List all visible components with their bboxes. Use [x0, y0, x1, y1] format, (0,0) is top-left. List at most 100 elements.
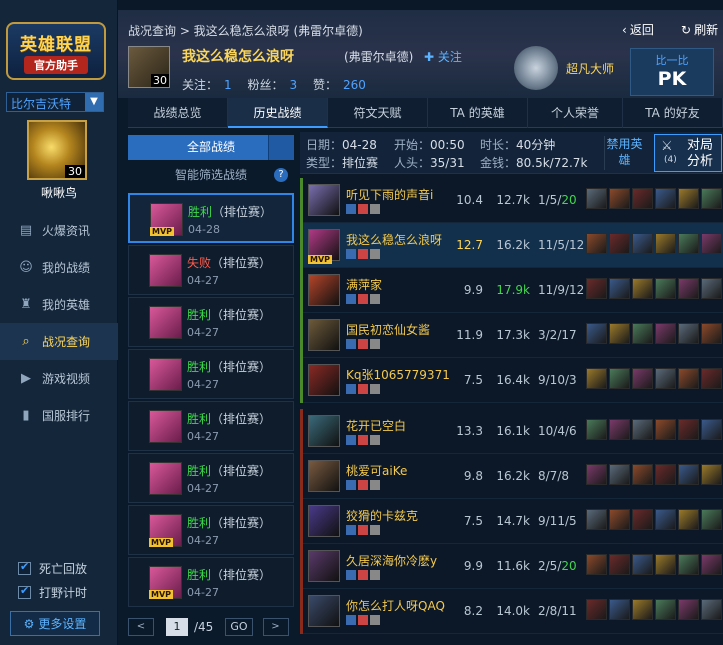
item-icon[interactable] [678, 233, 699, 254]
item-icon[interactable] [678, 464, 699, 485]
match-list-item[interactable]: 胜利（排位赛） 04-27 [128, 349, 294, 399]
server-select[interactable]: 比尔吉沃特 ▼ [6, 92, 104, 112]
item-icon[interactable] [678, 599, 699, 620]
item-icon[interactable] [609, 368, 630, 389]
match-analysis-button[interactable]: ⚔ (4) 对局分析 [654, 134, 722, 172]
item-icon[interactable] [632, 554, 653, 575]
sidebar-item-bar-chart[interactable]: ▮ 国服排行 [0, 397, 118, 434]
item-icon[interactable] [678, 278, 699, 299]
item-icon[interactable] [609, 509, 630, 530]
item-icon[interactable] [655, 323, 676, 344]
page-input[interactable]: 1 [166, 618, 188, 636]
item-icon[interactable] [678, 509, 699, 530]
item-icon[interactable] [586, 233, 607, 254]
tab-1[interactable]: 历史战绩 [228, 98, 328, 128]
item-icon[interactable] [678, 323, 699, 344]
player-row[interactable]: 桃爱可aiKe 9.8 16.2k 8/7/8 [300, 454, 723, 499]
item-icon[interactable] [586, 464, 607, 485]
item-icon[interactable] [701, 599, 722, 620]
avatar[interactable]: 30 [27, 120, 87, 180]
match-filter-dropdown[interactable]: 全部战绩 [128, 135, 294, 160]
item-icon[interactable] [678, 419, 699, 440]
item-icon[interactable] [632, 509, 653, 530]
tab-4[interactable]: 个人荣誉 [528, 98, 623, 128]
item-icon[interactable] [609, 554, 630, 575]
player-name[interactable]: 听见下雨的声音i [346, 186, 433, 203]
item-icon[interactable] [701, 368, 722, 389]
tab-5[interactable]: TA 的好友 [623, 98, 723, 128]
item-icon[interactable] [586, 368, 607, 389]
follow-button[interactable]: ✚ 关注 [424, 48, 462, 65]
item-icon[interactable] [655, 368, 676, 389]
player-row[interactable]: Kq张1065779371 7.5 16.4k 9/10/3 [300, 358, 723, 403]
tab-2[interactable]: 符文天赋 [328, 98, 428, 128]
item-icon[interactable] [586, 278, 607, 299]
item-icon[interactable] [632, 323, 653, 344]
player-name[interactable]: 我这么稳怎么浪呀 [346, 231, 442, 248]
item-icon[interactable] [632, 599, 653, 620]
item-icon[interactable] [701, 233, 722, 254]
item-icon[interactable] [655, 233, 676, 254]
option-checkbox[interactable]: 打野计时 [18, 580, 87, 604]
chevron-down-icon[interactable] [268, 135, 294, 160]
item-icon[interactable] [655, 278, 676, 299]
back-button[interactable]: ‹ 返回 [622, 21, 654, 38]
player-row[interactable]: 花开已空白 13.3 16.1k 10/4/6 [300, 409, 723, 454]
item-icon[interactable] [632, 368, 653, 389]
item-icon[interactable] [655, 509, 676, 530]
more-settings-button[interactable]: ⚙ 更多设置 [10, 611, 100, 636]
item-icon[interactable] [655, 554, 676, 575]
tab-3[interactable]: TA 的英雄 [428, 98, 528, 128]
player-name[interactable]: 桃爱可aiKe [346, 462, 407, 479]
item-icon[interactable] [609, 419, 630, 440]
player-name[interactable]: 花开已空白 [346, 417, 406, 434]
sidebar-item-document[interactable]: ▤ 火爆资讯 [0, 212, 118, 249]
item-icon[interactable] [678, 554, 699, 575]
player-row[interactable]: 国民初恋仙女酱 11.9 17.3k 3/2/17 [300, 313, 723, 358]
item-icon[interactable] [701, 554, 722, 575]
pk-button[interactable]: 比一比 PK [630, 48, 714, 96]
item-icon[interactable] [586, 599, 607, 620]
item-icon[interactable] [586, 554, 607, 575]
item-icon[interactable] [678, 188, 699, 209]
match-list-item[interactable]: 失败（排位赛） 04-27 [128, 245, 294, 295]
item-icon[interactable] [655, 464, 676, 485]
checkbox-icon[interactable] [18, 584, 31, 599]
item-icon[interactable] [609, 599, 630, 620]
player-name[interactable]: Kq张1065779371 [346, 366, 450, 383]
item-icon[interactable] [655, 419, 676, 440]
match-list-item[interactable]: 胜利（排位赛） 04-27 [128, 453, 294, 503]
player-row[interactable]: 听见下雨的声音i 10.4 12.7k 1/5/20 [300, 178, 723, 223]
item-icon[interactable] [655, 188, 676, 209]
item-icon[interactable] [632, 419, 653, 440]
item-icon[interactable] [632, 188, 653, 209]
smart-filter[interactable]: 智能筛选战绩 ? [128, 163, 294, 187]
item-icon[interactable] [678, 368, 699, 389]
player-row[interactable]: MVP 我这么稳怎么浪呀 12.7 16.2k 11/5/12 [300, 223, 723, 268]
option-checkbox[interactable]: 死亡回放 [18, 556, 87, 580]
match-list-item[interactable]: 胜利（排位赛） 04-27 [128, 401, 294, 451]
player-row[interactable]: 狡猾的卡兹克 7.5 14.7k 9/11/5 [300, 499, 723, 544]
chevron-down-icon[interactable]: ▼ [85, 93, 103, 111]
player-name[interactable]: 狡猾的卡兹克 [346, 507, 418, 524]
player-name[interactable]: 久居深海你冷麽y [346, 552, 437, 569]
item-icon[interactable] [701, 509, 722, 530]
item-icon[interactable] [701, 464, 722, 485]
item-icon[interactable] [701, 323, 722, 344]
player-name[interactable]: 满萍家 [346, 276, 382, 293]
item-icon[interactable] [632, 464, 653, 485]
sidebar-item-play[interactable]: ▶ 游戏视频 [0, 360, 118, 397]
item-icon[interactable] [586, 419, 607, 440]
player-row[interactable]: 你怎么打人呀QAQ 8.2 14.0k 2/8/11 [300, 589, 723, 634]
player-row[interactable]: 久居深海你冷麽y 9.9 11.6k 2/5/20 [300, 544, 723, 589]
match-list-item[interactable]: MVP 胜利（排位赛） 04-27 [128, 557, 294, 607]
help-icon[interactable]: ? [274, 168, 288, 182]
item-icon[interactable] [609, 278, 630, 299]
go-button[interactable]: GO [225, 618, 253, 636]
sidebar-item-helmet[interactable]: ♜ 我的英雄 [0, 286, 118, 323]
ban-champions-button[interactable]: 禁用英雄 [604, 136, 644, 170]
item-icon[interactable] [609, 464, 630, 485]
item-icon[interactable] [632, 233, 653, 254]
tab-0[interactable]: 战绩总览 [128, 98, 228, 128]
sidebar-item-search[interactable]: ⌕ 战况查询 [0, 323, 118, 360]
